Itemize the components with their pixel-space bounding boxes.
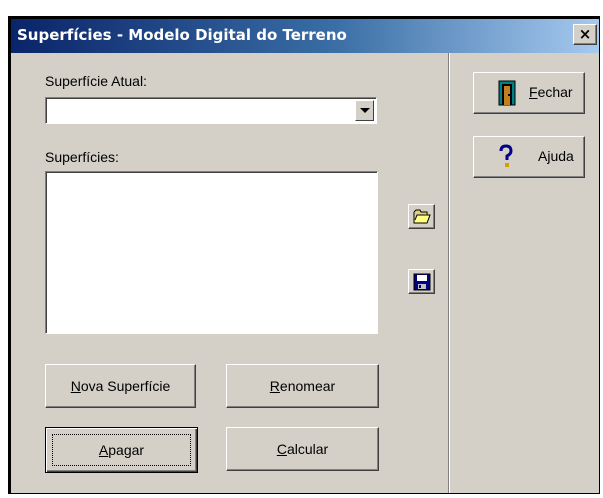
surfaces-label: Superfícies:: [45, 149, 119, 165]
close-button[interactable]: Fechar: [473, 72, 585, 114]
help-button[interactable]: Ajuda: [473, 136, 585, 178]
current-surface-label: Superfície Atual:: [45, 73, 147, 89]
window-title: Superfícies - Modelo Digital do Terreno: [17, 26, 347, 44]
dropdown-arrow-icon[interactable]: [355, 100, 374, 121]
current-surface-dropdown[interactable]: [45, 97, 377, 124]
close-icon: ×: [578, 25, 592, 43]
floppy-disk-icon: [413, 273, 431, 291]
calculate-button[interactable]: Calcular: [226, 427, 379, 471]
focus-indicator: [52, 434, 191, 466]
new-surface-button[interactable]: Nova Superfície: [45, 364, 196, 408]
open-surface-button[interactable]: [408, 204, 435, 229]
folder-open-icon: [413, 209, 431, 224]
door-exit-icon: [498, 80, 516, 106]
dialog-window: Superfícies - Modelo Digital do Terreno …: [8, 16, 600, 494]
vertical-divider: [448, 53, 450, 493]
close-window-button[interactable]: ×: [573, 24, 597, 45]
save-surface-button[interactable]: [408, 269, 435, 294]
rename-button[interactable]: Renomear: [226, 364, 379, 408]
question-mark-icon: [499, 144, 513, 167]
title-bar[interactable]: Superfícies - Modelo Digital do Terreno …: [11, 19, 599, 53]
delete-button[interactable]: Apagar: [45, 427, 198, 473]
surfaces-list[interactable]: [45, 171, 378, 334]
